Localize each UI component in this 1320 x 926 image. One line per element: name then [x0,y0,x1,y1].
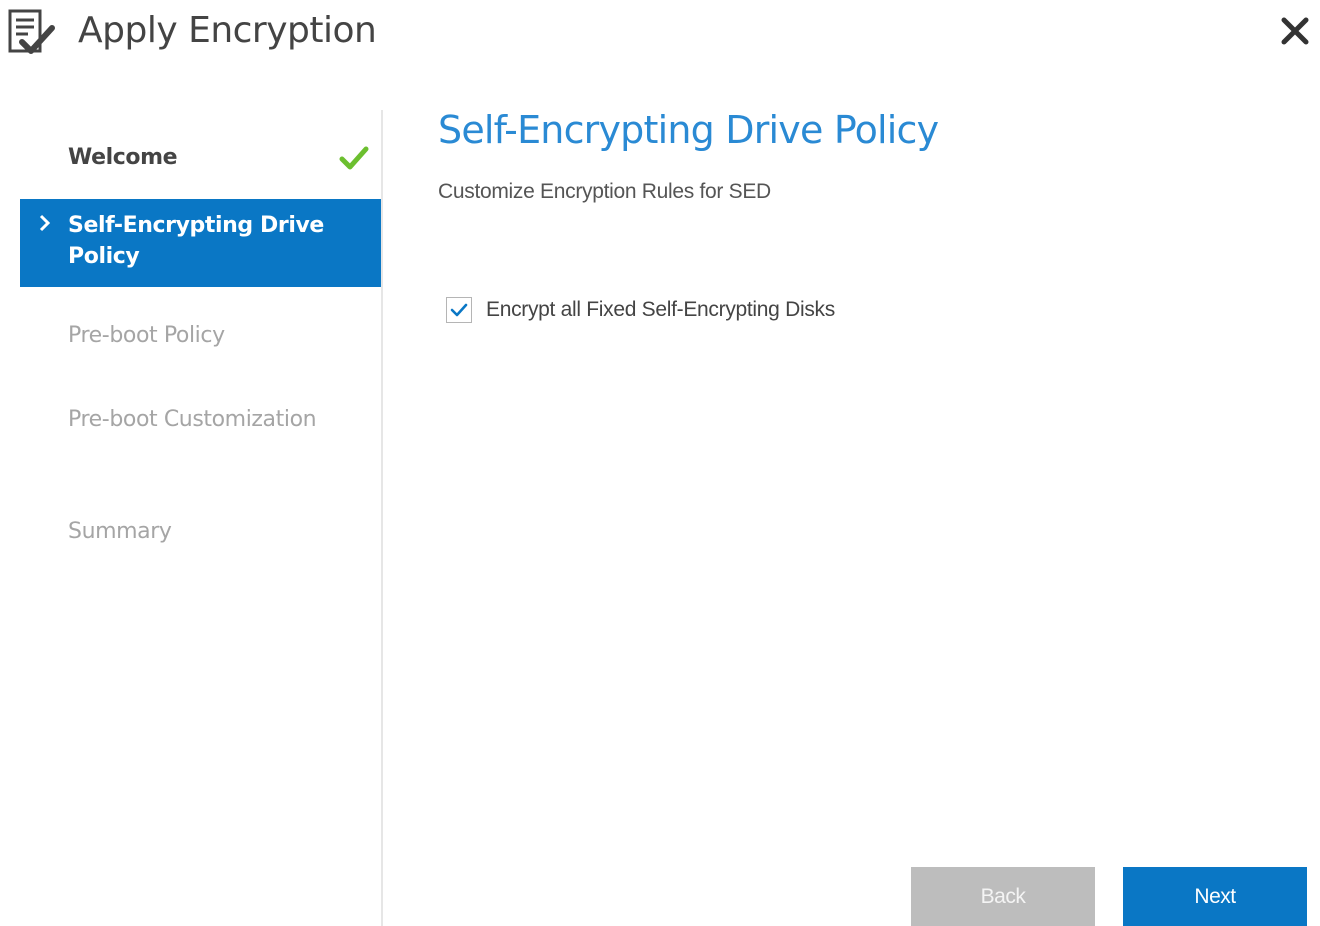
back-button[interactable]: Back [911,867,1095,926]
page-title: Self-Encrypting Drive Policy [438,108,939,152]
step-label: Pre-boot Customization [68,407,317,432]
chevron-right-icon [39,214,51,232]
encrypt-fixed-sed-checkbox[interactable] [446,297,472,323]
close-icon[interactable] [1276,12,1314,50]
next-button[interactable]: Next [1123,867,1307,926]
page-subtitle: Customize Encryption Rules for SED [438,180,771,203]
step-pre-boot-policy[interactable]: Pre-boot Policy [20,320,382,364]
step-label: Pre-boot Policy [68,323,225,348]
window-title: Apply Encryption [78,10,377,51]
step-pre-boot-customization[interactable]: Pre-boot Customization [20,404,320,474]
step-self-encrypting-drive-policy[interactable]: Self-Encrypting Drive Policy [20,199,382,287]
step-welcome[interactable]: Welcome [20,127,382,189]
sidebar-divider [381,110,383,926]
wizard-steps: Welcome Self-Encrypting Drive Policy Pre… [20,110,382,926]
step-label: Summary [68,519,172,544]
check-icon [450,303,468,317]
encrypt-fixed-sed-option[interactable]: Encrypt all Fixed Self-Encrypting Disks [446,294,835,326]
step-label: Welcome [68,145,178,170]
step-label: Self-Encrypting Drive Policy [68,213,324,269]
encrypt-fixed-sed-label: Encrypt all Fixed Self-Encrypting Disks [486,298,835,321]
document-check-icon [8,9,55,54]
checkmark-icon [339,146,369,170]
step-summary[interactable]: Summary [20,516,382,560]
title-bar: Apply Encryption [0,0,1320,70]
